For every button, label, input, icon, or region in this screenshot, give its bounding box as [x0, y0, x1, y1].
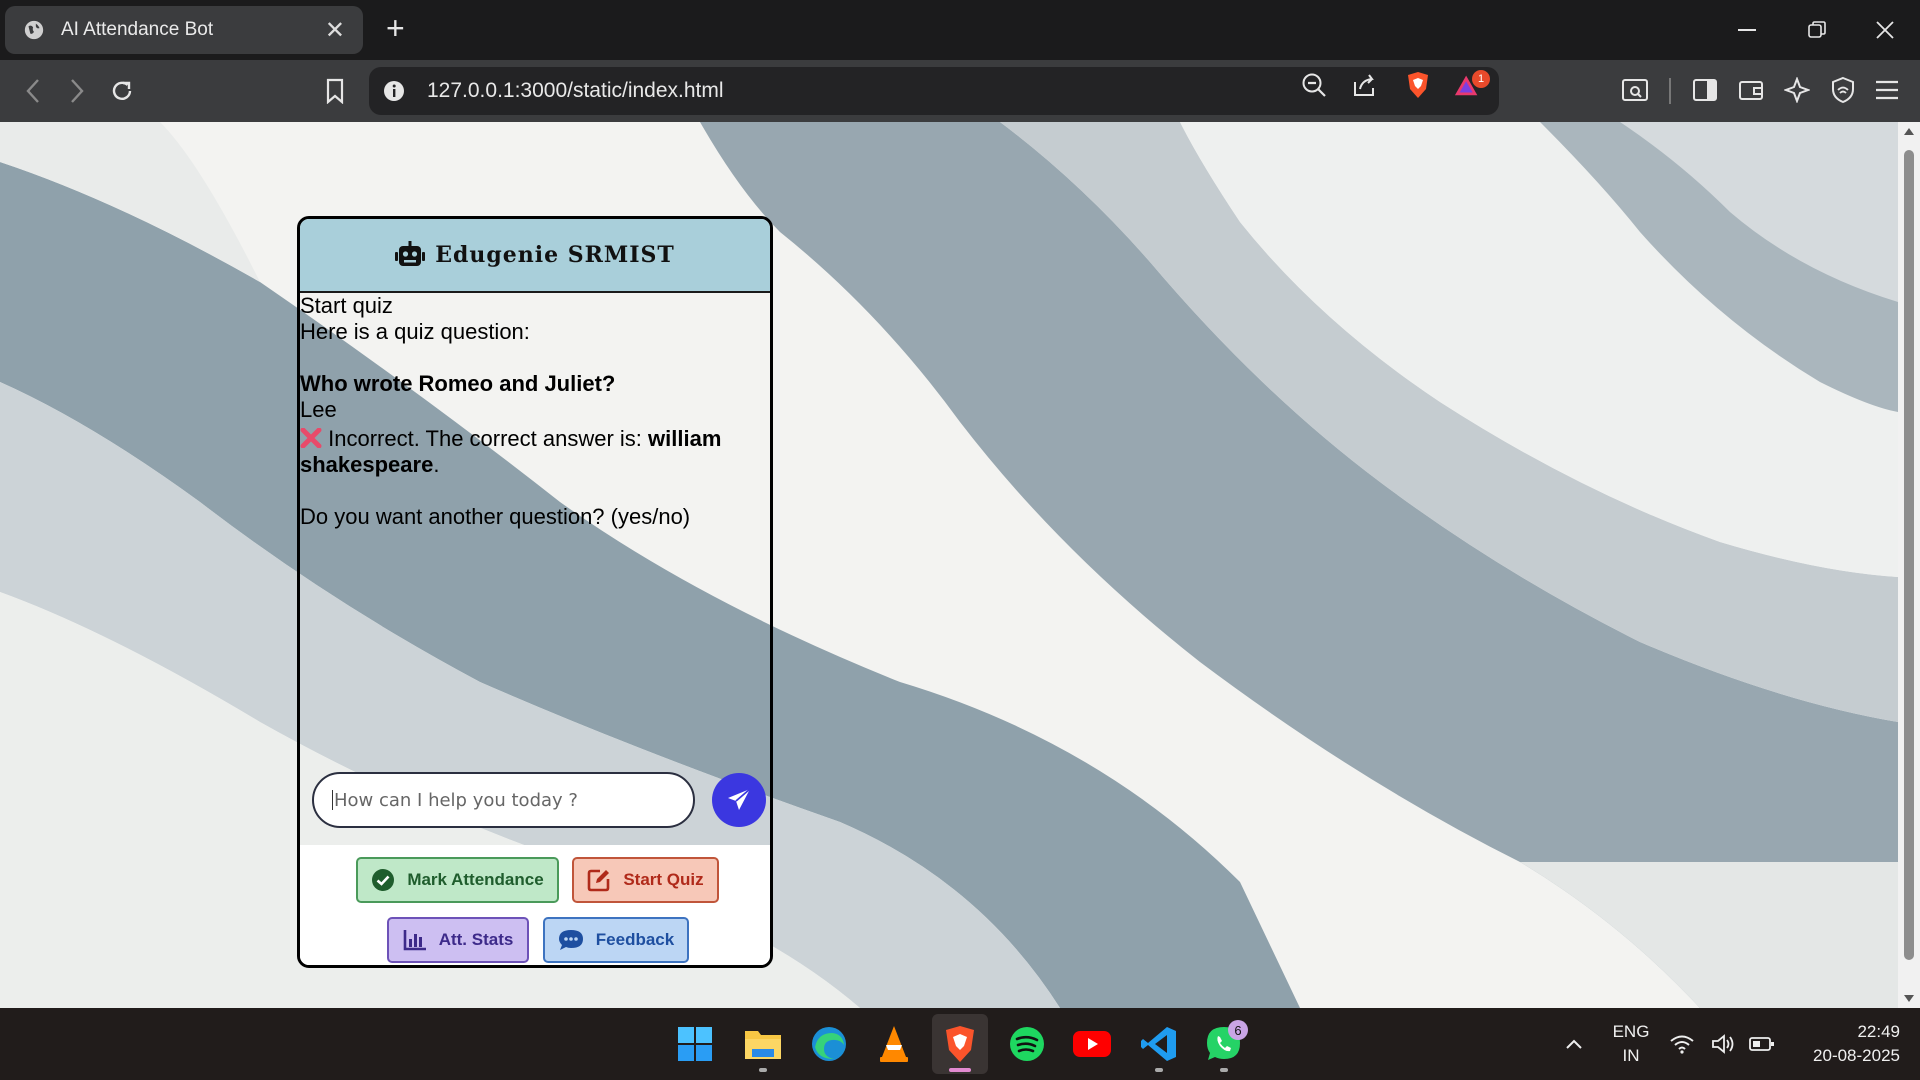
chat-input[interactable]: How can I help you today ? — [312, 772, 695, 828]
chat-input-row: How can I help you today ? — [300, 765, 770, 845]
chat-messages: Start quiz Here is a quiz question: Who … — [300, 293, 770, 765]
incorrect-text: Incorrect. The correct answer is: — [322, 426, 649, 451]
send-button[interactable] — [712, 773, 766, 827]
clock-time: 22:49 — [1857, 1022, 1900, 1041]
bar-chart-icon — [403, 930, 426, 951]
att-stats-button[interactable]: Att. Stats — [387, 917, 529, 963]
brave-shields-icon[interactable] — [1404, 71, 1432, 99]
mark-attendance-button[interactable]: Mark Attendance — [356, 857, 559, 903]
forward-icon[interactable] — [60, 74, 94, 108]
zoom-out-icon[interactable] — [1300, 71, 1328, 99]
restore-icon[interactable] — [1782, 0, 1852, 60]
browser-toolbar: 127.0.0.1:3000/static/index.html 1 — [0, 60, 1920, 122]
close-window-icon[interactable] — [1850, 0, 1920, 60]
spotify-icon[interactable] — [1004, 1021, 1050, 1067]
brave-browser-icon[interactable] — [937, 1021, 983, 1067]
scroll-down-icon[interactable] — [1903, 994, 1915, 1004]
tab-title: AI Attendance Bot — [61, 19, 214, 40]
bot-message: Here is a quiz question: — [300, 319, 530, 344]
vpn-shield-icon[interactable] — [1827, 74, 1859, 106]
active-app-indicator — [949, 1068, 971, 1072]
bot-feedback: Incorrect. The correct answer is: willia… — [300, 426, 770, 478]
feedback-button[interactable]: Feedback — [543, 917, 689, 963]
volume-icon[interactable] — [1708, 1021, 1740, 1067]
input-cursor — [332, 790, 333, 810]
vscode-icon[interactable] — [1136, 1021, 1182, 1067]
page-viewport — [0, 122, 1898, 1008]
vlc-icon[interactable] — [871, 1021, 917, 1067]
globe-icon — [24, 20, 44, 40]
file-explorer-icon[interactable] — [740, 1021, 786, 1067]
quiz-question: Who wrote Romeo and Juliet? — [300, 371, 616, 396]
taskbar-indicator — [1155, 1068, 1163, 1072]
scrollbar-thumb[interactable] — [1904, 150, 1914, 960]
robot-icon — [395, 241, 426, 266]
edge-icon[interactable] — [806, 1021, 852, 1067]
clock-date: 20-08-2025 — [1813, 1046, 1900, 1065]
check-circle-icon — [372, 869, 395, 891]
sidebar-icon[interactable] — [1689, 74, 1721, 106]
youtube-icon[interactable] — [1069, 1021, 1115, 1067]
mark-attendance-label: Mark Attendance — [407, 870, 544, 889]
incorrect-cross-icon — [300, 427, 322, 449]
wifi-icon[interactable] — [1666, 1021, 1698, 1067]
address-bar[interactable]: 127.0.0.1:3000/static/index.html — [369, 67, 1499, 115]
incorrect-suffix: . — [433, 452, 440, 477]
att-stats-label: Att. Stats — [438, 930, 514, 949]
chat-header: Edugenie SRMIST — [300, 219, 770, 293]
show-hidden-icons-chevron[interactable] — [1551, 1021, 1597, 1067]
new-tab-button[interactable]: + — [386, 10, 405, 47]
rewards-badge: 1 — [1472, 70, 1490, 88]
quick-actions: Mark Attendance Start Quiz Att. Stats Fe… — [300, 845, 770, 965]
send-icon — [728, 788, 751, 810]
tab-close-icon[interactable]: ✕ — [325, 16, 345, 45]
share-icon[interactable] — [1351, 71, 1379, 99]
language-code: ENG — [1612, 1022, 1650, 1041]
language-indicator[interactable]: ENG IN — [1605, 1022, 1657, 1066]
taskbar-indicator — [1220, 1068, 1228, 1072]
scroll-up-icon[interactable] — [1903, 126, 1915, 136]
comment-dots-icon — [558, 930, 583, 950]
chatbot-widget: Edugenie SRMIST Start quiz Here is a qui… — [297, 216, 773, 968]
start-quiz-label: Start Quiz — [623, 870, 704, 889]
windows-taskbar: 6 ENG IN 22:49 20-08-2025 — [0, 1008, 1920, 1080]
menu-icon[interactable] — [1871, 74, 1903, 106]
reload-icon[interactable] — [105, 74, 139, 108]
wavy-background — [0, 122, 1898, 1008]
url-text: 127.0.0.1:3000/static/index.html — [427, 79, 724, 102]
start-quiz-button[interactable]: Start Quiz — [572, 857, 719, 903]
user-answer: Lee — [300, 397, 337, 422]
page-scrollbar[interactable] — [1898, 122, 1920, 1008]
whatsapp-badge: 6 — [1228, 1020, 1248, 1040]
site-info-icon[interactable] — [383, 80, 405, 102]
clock[interactable]: 22:49 20-08-2025 — [1790, 1022, 1900, 1066]
chat-title: Edugenie SRMIST — [435, 242, 675, 268]
chat-input-placeholder: How can I help you today ? — [334, 789, 578, 811]
browser-tab[interactable]: AI Attendance Bot ✕ — [5, 6, 363, 54]
feedback-label: Feedback — [595, 930, 675, 949]
region-code: IN — [1622, 1046, 1640, 1065]
battery-icon[interactable] — [1746, 1021, 1778, 1067]
minimize-icon[interactable] — [1712, 0, 1782, 60]
reader-mode-icon[interactable] — [1619, 74, 1651, 106]
leo-ai-icon[interactable] — [1781, 74, 1813, 106]
taskbar-indicator — [759, 1068, 767, 1072]
back-icon[interactable] — [16, 74, 50, 108]
bookmark-icon[interactable] — [318, 74, 352, 108]
toolbar-divider — [1669, 78, 1671, 104]
bot-followup: Do you want another question? (yes/no) — [300, 504, 691, 529]
user-message: Start quiz — [300, 293, 393, 318]
wallet-icon[interactable] — [1735, 74, 1767, 106]
tab-strip: AI Attendance Bot ✕ + — [0, 0, 1920, 60]
edit-icon — [588, 869, 610, 892]
windows-start-icon[interactable] — [672, 1021, 718, 1067]
